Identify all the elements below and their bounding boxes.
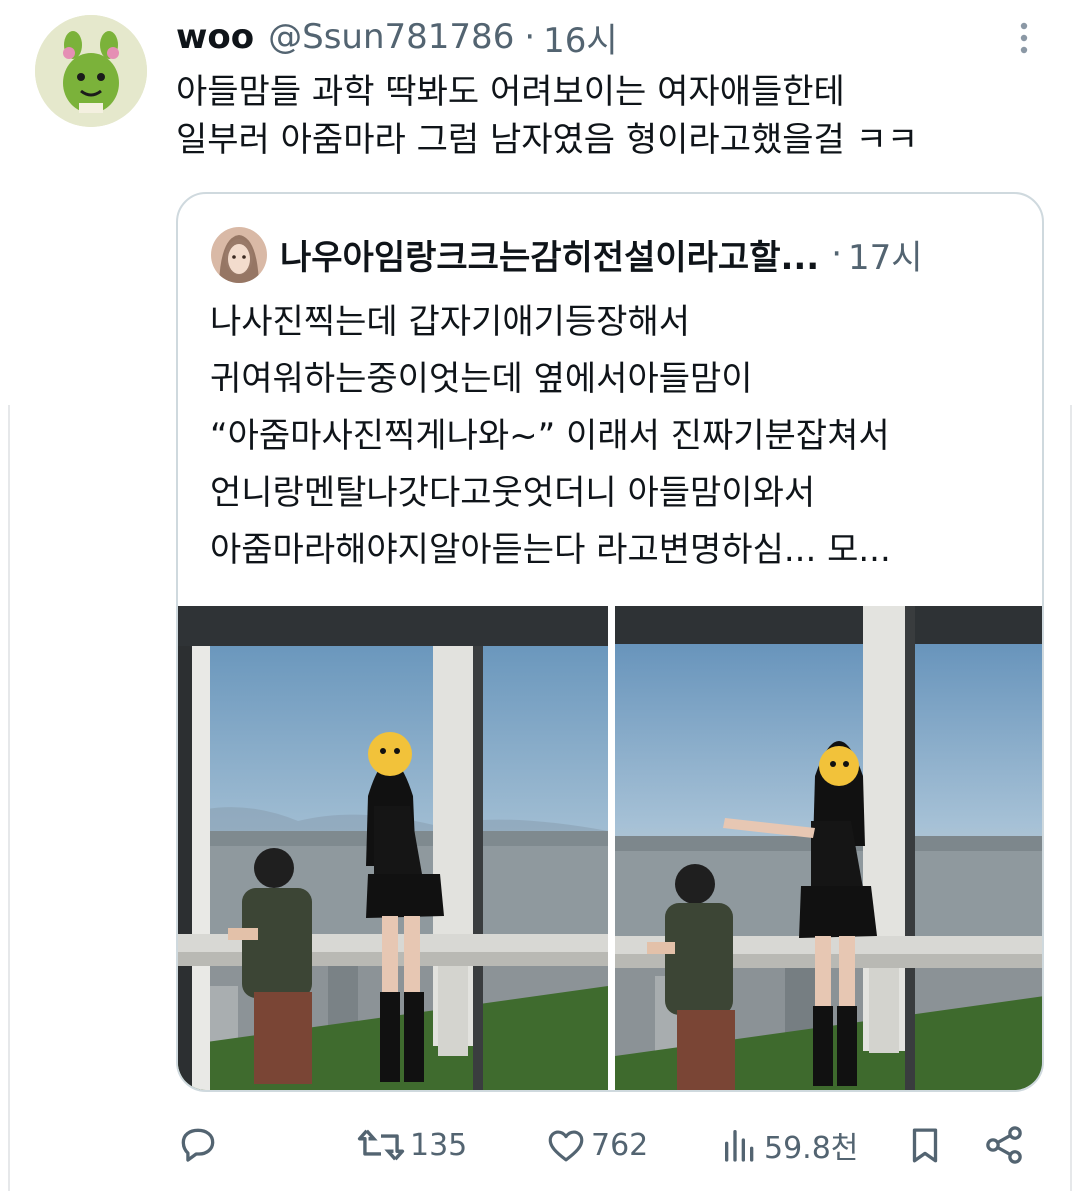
reply-button[interactable] xyxy=(176,1120,224,1170)
tweet-actions: 135 762 59.8천 xyxy=(0,1120,1080,1170)
left-thread-border xyxy=(8,405,10,1191)
author-name[interactable]: woo xyxy=(176,17,254,57)
quoted-author-name[interactable]: 나우아임랑크크는감히전설이라고할... xyxy=(280,230,819,279)
views-count: 59.8천 xyxy=(764,1131,859,1166)
tweet-text-line: 아들맘들 과학 딱봐도 어려보이는 여자애들한테 xyxy=(176,72,845,112)
tweet-header: woo @Ssun781786 · 16시 xyxy=(176,13,618,62)
tweet-text: 아들맘들 과학 딱봐도 어려보이는 여자애들한테 일부러 아줌마라 그럼 남자였… xyxy=(176,68,1056,164)
views-button[interactable]: 59.8천 xyxy=(720,1120,858,1170)
tweet-time[interactable]: 16시 xyxy=(543,13,618,62)
share-button[interactable] xyxy=(982,1120,1030,1170)
author-avatar[interactable] xyxy=(35,15,147,127)
quoted-text: 나사진찍는데 갑자기애기등장해서 귀여워하는중이엇는데 옆에서아들맘이 “아줌마… xyxy=(210,294,1030,579)
like-count: 762 xyxy=(591,1127,649,1163)
quoted-time: 17시 xyxy=(848,237,923,278)
like-icon xyxy=(548,1130,584,1162)
retweet-icon xyxy=(357,1129,405,1161)
like-button[interactable]: 762 xyxy=(545,1120,648,1170)
quoted-tweet[interactable]: 나우아임랑크크는감히전설이라고할... · 17시 나사진찍는데 갑자기애기등장… xyxy=(176,192,1044,1092)
quoted-photo-2[interactable] xyxy=(615,606,1042,1090)
more-options-button[interactable] xyxy=(1010,18,1038,58)
bookmark-button[interactable] xyxy=(904,1120,950,1170)
views-icon xyxy=(725,1130,754,1162)
quoted-photo-1[interactable] xyxy=(178,606,608,1090)
reply-icon xyxy=(181,1128,215,1162)
quoted-text-line: 귀여워하는중이엇는데 옆에서아들맘이 xyxy=(210,359,753,399)
tweet-text-line: 일부러 아줌마라 그럼 남자였음 형이라고했을걸 ㅋㅋ xyxy=(176,120,919,160)
quoted-separator: · xyxy=(831,234,843,274)
quoted-author-avatar xyxy=(211,227,267,283)
quoted-text-line: “아줌마사진찍게나와~” 이래서 진짜기분잡쳐서 xyxy=(210,416,890,456)
retweet-count: 135 xyxy=(410,1127,468,1163)
bookmark-icon xyxy=(912,1128,938,1163)
quoted-text-line: 나사진찍는데 갑자기애기등장해서 xyxy=(210,302,691,342)
author-handle[interactable]: @Ssun781786 xyxy=(268,17,514,57)
right-thread-border xyxy=(1070,405,1072,1191)
quoted-text-line: 언니랑멘탈나갓다고웃엇더니 아들맘이와서 xyxy=(210,473,816,513)
retweet-button[interactable]: 135 xyxy=(356,1120,467,1170)
more-icon xyxy=(1020,22,1028,54)
share-icon xyxy=(986,1126,1022,1164)
quoted-header: 나우아임랑크크는감히전설이라고할... · 17시 xyxy=(280,228,923,280)
header-separator: · xyxy=(524,17,536,57)
quoted-text-line: 아줌마라해야지알아듣는다 라고변명하심... 모... xyxy=(210,530,891,570)
